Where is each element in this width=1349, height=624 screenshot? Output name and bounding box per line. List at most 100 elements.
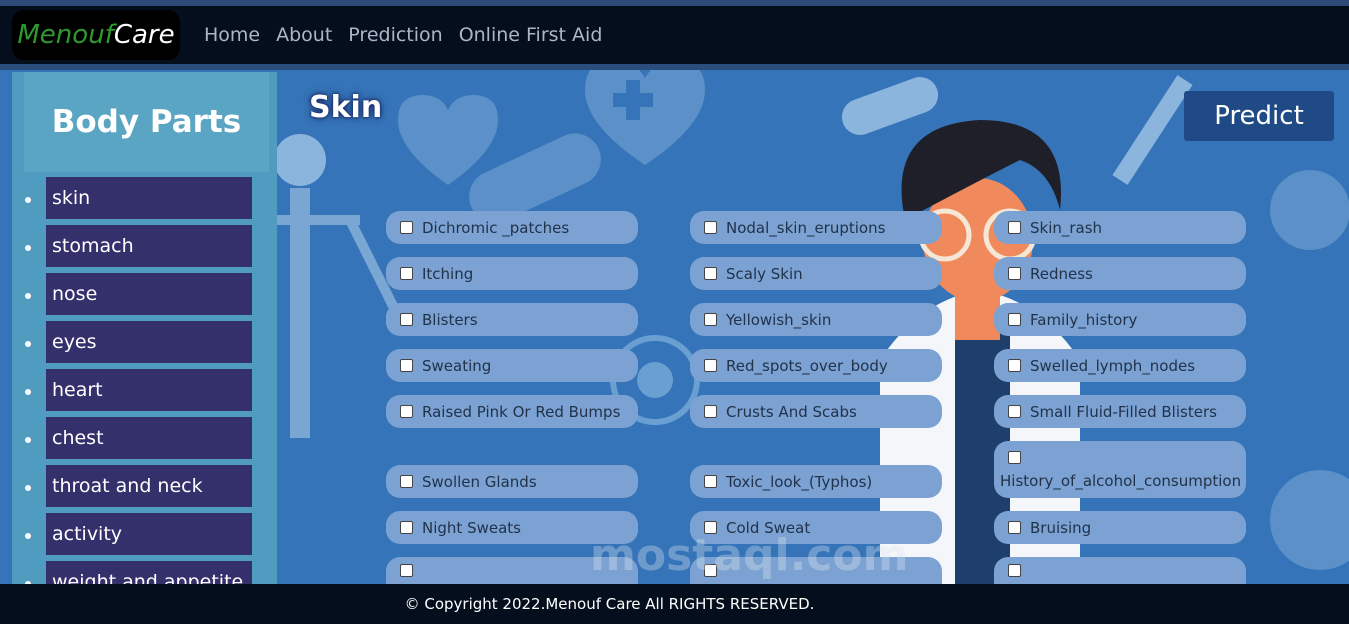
symptom-label: Small Fluid-Filled Blisters [1030,402,1217,421]
predict-button[interactable]: Predict [1184,91,1334,141]
nav-online-first-aid[interactable]: Online First Aid [459,24,603,46]
checkbox[interactable] [400,313,413,326]
symptom-bruising[interactable]: Bruising [994,511,1246,544]
checkbox[interactable] [400,267,413,280]
symptom-label: Redness [1030,264,1093,283]
checkbox[interactable] [1008,267,1021,280]
symptom-col3-row8[interactable] [994,557,1246,584]
bullet-icon [25,245,31,251]
symptom-label: Swollen Glands [422,472,537,491]
symptom-history-of-alcohol-consumption[interactable]: History_of_alcohol_consumption [994,441,1246,498]
sidebar-header: Body Parts [24,72,269,172]
organ-icon [1270,170,1349,250]
brand-logo[interactable]: Menouf Care [12,10,180,60]
symptom-small-fluid-filled-blisters[interactable]: Small Fluid-Filled Blisters [994,395,1246,428]
syringe-icon [1112,75,1193,185]
checkbox[interactable] [400,521,413,534]
bullet-icon [25,197,31,203]
sidebar-item-label[interactable]: activity [46,513,252,555]
symptom-nodal-skin-eruptions[interactable]: Nodal_skin_eruptions [690,211,942,244]
bullet-icon [25,389,31,395]
symptom-label: Bruising [1030,518,1092,537]
navbar: Menouf Care Home About Prediction Online … [0,6,1349,64]
symptom-sweating[interactable]: Sweating [386,349,638,382]
skull-icon [274,134,326,186]
heart-cross-icon [585,70,705,165]
brand-part2: Care [113,20,175,50]
sidebar-item-label[interactable]: weight and appetite [46,561,252,584]
symptom-label: History_of_alcohol_consumption [1000,472,1242,490]
checkbox[interactable] [1008,359,1021,372]
checkbox[interactable] [400,359,413,372]
copyright-text: © Copyright 2022.Menouf Care All RIGHTS … [404,595,815,613]
sidebar-title: Body Parts [51,104,242,140]
sidebar-item-label[interactable]: chest [46,417,252,459]
sidebar-item-label[interactable]: skin [46,177,252,219]
checkbox[interactable] [400,405,413,418]
checkbox[interactable] [1008,313,1021,326]
symptom-label: Sweating [422,356,492,375]
symptom-raised-pink-or-red-bumps[interactable]: Raised Pink Or Red Bumps [386,395,638,428]
symptom-crusts-and-scabs[interactable]: Crusts And Scabs [690,395,942,428]
stethoscope-center [637,362,673,398]
organ-icon-2 [1270,470,1349,570]
checkbox[interactable] [704,475,717,488]
checkbox[interactable] [704,221,717,234]
symptom-dichromic-patches[interactable]: Dichromic _patches [386,211,638,244]
symptom-label: Swelled_lymph_nodes [1030,356,1196,375]
symptom-swelled-lymph-nodes[interactable]: Swelled_lymph_nodes [994,349,1246,382]
symptom-scaly-skin[interactable]: Scaly Skin [690,257,942,290]
symptom-label: Toxic_look_(Typhos) [726,472,873,491]
symptom-label: Crusts And Scabs [726,402,857,421]
checkbox[interactable] [704,267,717,280]
symptom-label: Scaly Skin [726,264,803,283]
section-title: Skin [309,90,383,125]
bullet-icon [25,485,31,491]
checkbox[interactable] [1008,564,1021,577]
checkbox[interactable] [1008,405,1021,418]
bullet-icon [25,533,31,539]
bullet-icon [25,293,31,299]
symptom-family-history[interactable]: Family_history [994,303,1246,336]
skeleton-spine [290,188,310,438]
symptom-redness[interactable]: Redness [994,257,1246,290]
symptom-yellowish-skin[interactable]: Yellowish_skin [690,303,942,336]
nav-home[interactable]: Home [204,24,260,46]
symptom-itching[interactable]: Itching [386,257,638,290]
checkbox[interactable] [400,475,413,488]
checkbox[interactable] [400,564,413,577]
checkbox[interactable] [400,221,413,234]
nav-about[interactable]: About [276,24,332,46]
symptom-skin-rash[interactable]: Skin_rash [994,211,1246,244]
checkbox[interactable] [1008,451,1021,464]
symptom-label: Red_spots_over_body [726,356,888,375]
heart-outline-icon [398,95,498,185]
cross-horizontal [613,93,653,107]
sidebar-item-label[interactable]: nose [46,273,252,315]
bullet-icon [25,341,31,347]
sidebar-item-label[interactable]: heart [46,369,252,411]
body-parts-sidebar: Body Parts skin stomach nose eyes heart … [12,72,277,584]
nav-links: Home About Prediction Online First Aid [204,24,602,46]
symptom-label: Night Sweats [422,518,521,537]
checkbox[interactable] [704,405,717,418]
checkbox[interactable] [1008,221,1021,234]
brand-part1: Menouf [17,20,114,50]
watermark: mostaql.com [590,530,909,581]
symptom-label: Dichromic _patches [422,218,570,237]
checkbox[interactable] [704,359,717,372]
sidebar-item-label[interactable]: eyes [46,321,252,363]
symptom-label: Yellowish_skin [726,310,832,329]
checkbox[interactable] [704,313,717,326]
symptom-label: Blisters [422,310,478,329]
symptom-blisters[interactable]: Blisters [386,303,638,336]
symptom-red-spots-over-body[interactable]: Red_spots_over_body [690,349,942,382]
sidebar-item-label[interactable]: throat and neck [46,465,252,507]
symptom-toxic-look[interactable]: Toxic_look_(Typhos) [690,465,942,498]
sidebar-item-label[interactable]: stomach [46,225,252,267]
bullet-icon [25,437,31,443]
symptom-swollen-glands[interactable]: Swollen Glands [386,465,638,498]
nav-prediction[interactable]: Prediction [348,24,442,46]
pill-icon [841,77,939,135]
checkbox[interactable] [1008,521,1021,534]
